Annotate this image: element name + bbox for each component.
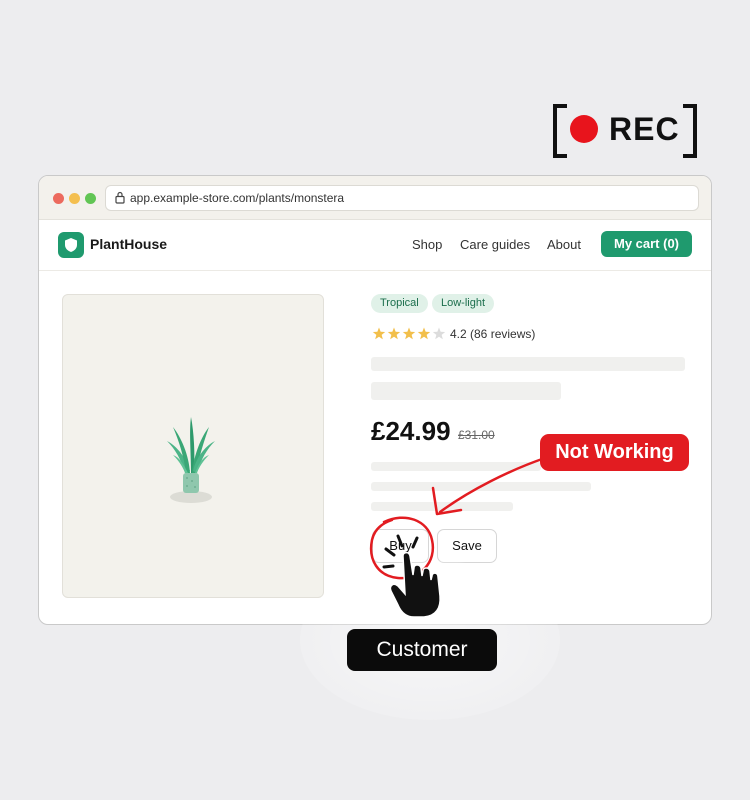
- browser-window: app.example-store.com/plants/monstera Pl…: [38, 175, 712, 625]
- star-icon: [417, 327, 431, 340]
- star-icon: [387, 327, 401, 340]
- potted-plant-icon: [167, 417, 215, 503]
- maximize-window-button[interactable]: [85, 193, 96, 204]
- brand-name[interactable]: PlantHouse: [90, 236, 167, 252]
- rating-text: 4.2 (86 reviews): [450, 327, 536, 341]
- details-placeholder-line: [371, 502, 513, 511]
- browser-chrome: app.example-store.com/plants/monstera: [39, 176, 711, 220]
- minimize-window-button[interactable]: [69, 193, 80, 204]
- star-icon: [432, 327, 446, 340]
- rec-left-bracket: [553, 104, 567, 158]
- close-window-button[interactable]: [53, 193, 64, 204]
- details-placeholder-line: [371, 482, 591, 491]
- rec-label: REC: [609, 111, 680, 147]
- brand-logo[interactable]: [58, 232, 84, 258]
- details-placeholder-line: [371, 462, 541, 471]
- save-button[interactable]: Save: [437, 529, 497, 563]
- star-icon: [402, 327, 416, 340]
- address-bar[interactable]: app.example-store.com/plants/monstera: [105, 185, 699, 211]
- tag-tropical[interactable]: Tropical: [371, 294, 428, 313]
- product-price: £24.99: [371, 416, 451, 446]
- record-dot-icon: [570, 115, 598, 143]
- original-price: £31.00: [458, 428, 495, 442]
- tag-low-light[interactable]: Low-light: [432, 294, 495, 313]
- user-label: Customer: [347, 629, 497, 671]
- nav-link-care-guides[interactable]: Care guides: [460, 237, 530, 252]
- cart-button[interactable]: My cart (0): [601, 231, 692, 257]
- buy-button[interactable]: Buy: [372, 529, 429, 563]
- leaf-shield-icon: [65, 238, 77, 252]
- star-icon: [372, 327, 386, 340]
- lock-icon: [115, 191, 125, 204]
- product-image: [62, 294, 324, 598]
- description-placeholder-line: [371, 382, 561, 400]
- star-rating: [372, 327, 446, 340]
- nav-link-about[interactable]: About: [547, 237, 581, 252]
- nav-link-shop[interactable]: Shop: [412, 237, 442, 252]
- issue-callout: Not Working: [540, 434, 689, 471]
- address-bar-url: app.example-store.com/plants/monstera: [130, 191, 345, 205]
- store-header: PlantHouse Shop Care guides About My car…: [39, 220, 711, 271]
- description-placeholder-line: [371, 357, 685, 371]
- rec-right-bracket: [683, 104, 697, 158]
- recording-indicator: REC: [553, 104, 697, 158]
